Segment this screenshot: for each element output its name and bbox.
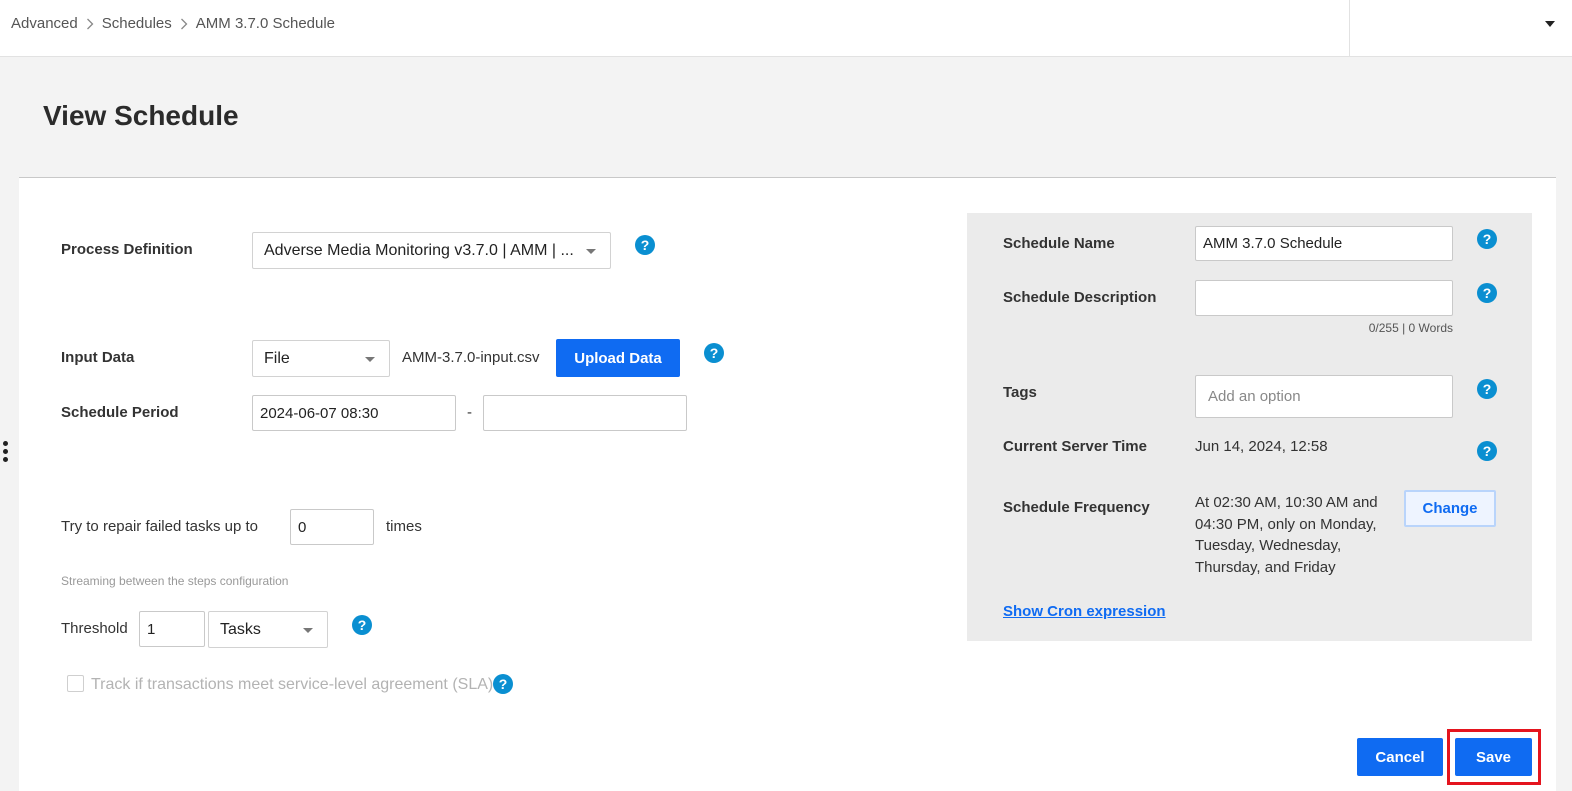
process-definition-label: Process Definition bbox=[61, 241, 193, 258]
schedule-description-label: Schedule Description bbox=[1003, 289, 1157, 306]
process-definition-select[interactable]: Adverse Media Monitoring v3.7.0 | AMM | … bbox=[252, 232, 611, 269]
help-icon[interactable]: ? bbox=[1477, 283, 1497, 303]
threshold-unit-value: Tasks bbox=[220, 620, 261, 638]
breadcrumb-schedules[interactable]: Schedules bbox=[102, 15, 172, 32]
top-bar: Advanced Schedules AMM 3.7.0 Schedule bbox=[0, 0, 1572, 57]
breadcrumb: Advanced Schedules AMM 3.7.0 Schedule bbox=[11, 15, 335, 32]
frequency-line: Thursday, and Friday bbox=[1195, 558, 1336, 576]
tags-input[interactable]: Add an option bbox=[1195, 375, 1453, 418]
chevron-right-icon bbox=[78, 18, 102, 30]
frequency-line: 04:30 PM, only on Monday, bbox=[1195, 515, 1377, 533]
caret-down-icon bbox=[586, 248, 596, 254]
caret-down-icon bbox=[303, 627, 313, 633]
tags-label: Tags bbox=[1003, 384, 1037, 401]
caret-down-icon bbox=[365, 356, 375, 362]
repair-label-prefix: Try to repair failed tasks up to bbox=[61, 518, 259, 535]
input-type-value: File bbox=[264, 349, 290, 367]
threshold-unit-select[interactable]: Tasks bbox=[208, 611, 328, 648]
input-data-label: Input Data bbox=[61, 349, 135, 366]
show-cron-link[interactable]: Show Cron expression bbox=[1003, 603, 1166, 620]
breadcrumb-advanced[interactable]: Advanced bbox=[11, 15, 78, 32]
upload-data-button[interactable]: Upload Data bbox=[556, 339, 680, 377]
streaming-caption: Streaming between the steps configuratio… bbox=[61, 574, 289, 588]
help-icon[interactable]: ? bbox=[635, 235, 655, 255]
more-options-icon[interactable] bbox=[3, 441, 9, 465]
help-icon[interactable]: ? bbox=[704, 343, 724, 363]
frequency-line: Tuesday, Wednesday, bbox=[1195, 537, 1342, 554]
help-icon[interactable]: ? bbox=[1477, 441, 1497, 461]
help-icon[interactable]: ? bbox=[1477, 229, 1497, 249]
help-icon[interactable]: ? bbox=[352, 615, 372, 635]
user-menu-dropdown[interactable] bbox=[1349, 0, 1572, 56]
save-button[interactable]: Save bbox=[1455, 738, 1532, 776]
repair-label-suffix: times bbox=[386, 518, 422, 535]
page-header bbox=[19, 57, 1556, 177]
frequency-line: At 02:30 AM, 10:30 AM and bbox=[1195, 494, 1378, 511]
breadcrumb-current: AMM 3.7.0 Schedule bbox=[195, 15, 336, 32]
server-time-value: Jun 14, 2024, 12:58 bbox=[1195, 438, 1328, 455]
schedule-period-label: Schedule Period bbox=[61, 404, 179, 421]
page-title: View Schedule bbox=[43, 100, 239, 131]
change-frequency-button[interactable]: Change bbox=[1404, 490, 1496, 527]
description-counter: 0/255 | 0 Words bbox=[1368, 321, 1453, 335]
sla-checkbox[interactable] bbox=[67, 675, 84, 692]
input-file-name: AMM-3.7.0-input.csv bbox=[402, 349, 540, 366]
caret-down-icon bbox=[1545, 21, 1555, 27]
frequency-description: At 02:30 AM, 10:30 AM and 04:30 PM, only… bbox=[1195, 492, 1378, 578]
threshold-label: Threshold bbox=[61, 620, 128, 637]
cancel-button[interactable]: Cancel bbox=[1357, 738, 1443, 776]
schedule-name-input[interactable]: AMM 3.7.0 Schedule bbox=[1195, 226, 1453, 261]
schedule-name-label: Schedule Name bbox=[1003, 235, 1115, 252]
threshold-input[interactable]: 1 bbox=[139, 611, 205, 647]
period-separator: - bbox=[467, 404, 472, 421]
process-definition-value: Adverse Media Monitoring v3.7.0 | AMM | … bbox=[264, 241, 574, 259]
repair-count-input[interactable]: 0 bbox=[290, 509, 374, 545]
sla-label: Track if transactions meet service-level… bbox=[91, 676, 494, 693]
help-icon[interactable]: ? bbox=[1477, 379, 1497, 399]
schedule-end-input[interactable] bbox=[483, 395, 687, 431]
server-time-label: Current Server Time bbox=[1003, 438, 1147, 455]
schedule-start-input[interactable]: 2024-06-07 08:30 bbox=[252, 395, 456, 431]
frequency-label: Schedule Frequency bbox=[1003, 499, 1150, 516]
chevron-right-icon bbox=[172, 18, 196, 30]
input-type-select[interactable]: File bbox=[252, 340, 390, 377]
schedule-description-input[interactable] bbox=[1195, 280, 1453, 316]
help-icon[interactable]: ? bbox=[493, 674, 513, 694]
